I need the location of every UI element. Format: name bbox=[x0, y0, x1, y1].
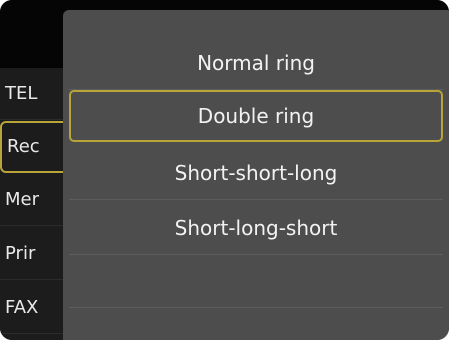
menu-item-label: FAX bbox=[5, 297, 39, 318]
menu-item-label: Rec bbox=[7, 136, 40, 157]
ring-pattern-popup: Normal ring Double ring Short-short-long… bbox=[63, 10, 449, 340]
option-empty bbox=[69, 256, 443, 308]
menu-item-label: Mer bbox=[5, 189, 40, 210]
option-label: Short-short-long bbox=[174, 161, 338, 185]
menu-item-label: Prir bbox=[5, 243, 36, 264]
option-short-long-short[interactable]: Short-long-short bbox=[69, 203, 443, 255]
option-short-short-long[interactable]: Short-short-long bbox=[69, 148, 443, 200]
menu-item-label: TEL bbox=[5, 83, 38, 104]
option-label: Normal ring bbox=[197, 51, 315, 75]
option-double-ring[interactable]: Double ring bbox=[69, 90, 443, 142]
lcd-screen: TEL Rec Mer Prir FAX Normal ring Double … bbox=[0, 0, 449, 340]
option-normal-ring[interactable]: Normal ring bbox=[69, 38, 443, 90]
option-label: Double ring bbox=[197, 104, 315, 128]
option-label: Short-long-short bbox=[174, 216, 338, 240]
